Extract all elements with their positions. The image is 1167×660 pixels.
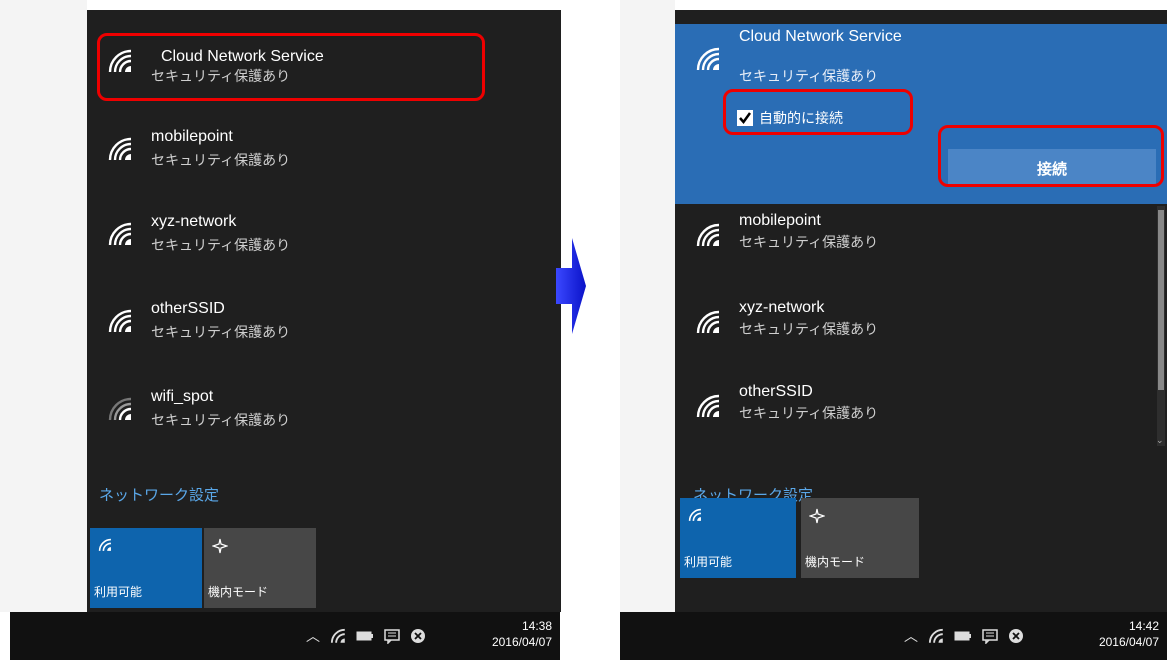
network-settings-link[interactable]: ネットワーク設定 <box>99 484 219 505</box>
scrollbar[interactable]: ⌄ <box>1156 206 1165 446</box>
wifi-icon[interactable] <box>928 628 944 644</box>
clock-time: 14:38 <box>521 619 552 633</box>
network-security: セキュリティ保護あり <box>151 152 291 168</box>
network-security: セキュリティ保護あり <box>739 405 879 421</box>
network-security: セキュリティ保護あり <box>151 324 291 340</box>
battery-icon[interactable] <box>954 629 972 643</box>
network-security: セキュリティ保護あり <box>151 412 291 428</box>
network-item-mobilepoint[interactable]: mobilepoint セキュリティ保護あり <box>87 120 561 210</box>
network-security: セキュリティ保護あり <box>151 237 291 253</box>
wifi-icon <box>108 222 132 246</box>
wifi-icon <box>696 394 720 418</box>
notification-icon[interactable] <box>982 628 998 644</box>
chevron-down-icon[interactable]: ⌄ <box>1156 435 1164 446</box>
network-ssid: otherSSID <box>151 300 225 317</box>
desktop-strip-left <box>0 0 87 612</box>
network-item-xyz[interactable]: xyz-network セキュリティ保護あり <box>87 205 561 295</box>
scrollbar-thumb[interactable] <box>1158 210 1164 390</box>
wifi-toggle-tile[interactable]: 利用可能 <box>90 528 202 608</box>
close-circle-icon[interactable] <box>410 628 426 644</box>
network-ssid: otherSSID <box>739 383 813 400</box>
wifi-toggle-tile[interactable]: 利用可能 <box>680 498 796 578</box>
airplane-mode-tile[interactable]: 機内モード <box>204 528 316 608</box>
arrow-right-icon <box>556 238 586 334</box>
network-item-wifi-spot[interactable]: wifi_spot セキュリティ保護あり <box>87 380 561 470</box>
airplane-icon <box>809 508 825 524</box>
network-ssid: xyz-network <box>739 299 825 316</box>
network-security: セキュリティ保護あり <box>739 68 879 84</box>
network-ssid: mobilepoint <box>739 212 821 229</box>
close-circle-icon[interactable] <box>1008 628 1024 644</box>
tile-label: 機内モード <box>208 585 269 599</box>
highlight-box-auto-connect <box>723 89 913 135</box>
wifi-icon[interactable] <box>330 628 346 644</box>
chevron-up-icon[interactable]: ︿ <box>904 626 918 646</box>
airplane-mode-tile[interactable]: 機内モード <box>801 498 919 578</box>
clock[interactable]: 14:38 2016/04/07 <box>492 618 552 650</box>
tile-label: 機内モード <box>805 555 866 569</box>
wifi-icon <box>108 309 132 333</box>
chevron-up-icon[interactable]: ︿ <box>306 626 320 646</box>
network-security: セキュリティ保護あり <box>739 234 879 250</box>
tile-label: 利用可能 <box>684 555 733 569</box>
network-ssid: Cloud Network Service <box>739 28 902 45</box>
clock-date: 2016/04/07 <box>1098 635 1159 649</box>
clock-time: 14:42 <box>1128 619 1159 633</box>
wifi-icon <box>108 137 132 161</box>
tile-label: 利用可能 <box>94 585 143 599</box>
network-item-mobilepoint[interactable]: mobilepoint セキュリティ保護あり <box>675 206 1167 296</box>
desktop-strip-right <box>620 0 675 612</box>
network-item-xyz[interactable]: xyz-network セキュリティ保護あり <box>675 293 1167 383</box>
network-item-otherssid[interactable]: otherSSID セキュリティ保護あり <box>675 377 1167 467</box>
system-tray: ︿ <box>904 626 1024 646</box>
wifi-icon <box>696 223 720 247</box>
network-security: セキュリティ保護あり <box>739 321 879 337</box>
system-tray: ︿ <box>306 626 426 646</box>
taskbar-left: ︿ 14:38 2016/04/07 <box>10 612 560 660</box>
highlight-box <box>97 33 485 101</box>
highlight-box-connect <box>938 125 1164 187</box>
notification-icon[interactable] <box>384 628 400 644</box>
clock[interactable]: 14:42 2016/04/07 <box>1099 618 1159 650</box>
wifi-icon <box>688 508 702 522</box>
network-ssid: mobilepoint <box>151 128 233 145</box>
wifi-icon <box>108 397 132 421</box>
network-item-otherssid[interactable]: otherSSID セキュリティ保護あり <box>87 292 561 382</box>
wifi-icon <box>696 310 720 334</box>
airplane-icon <box>212 538 228 554</box>
network-ssid: wifi_spot <box>151 388 214 405</box>
taskbar-right: ︿ 14:42 2016/04/07 <box>620 612 1167 660</box>
battery-icon[interactable] <box>356 629 374 643</box>
clock-date: 2016/04/07 <box>491 635 552 649</box>
wifi-icon <box>98 538 112 552</box>
wifi-icon <box>696 47 720 71</box>
network-ssid: xyz-network <box>151 213 237 230</box>
